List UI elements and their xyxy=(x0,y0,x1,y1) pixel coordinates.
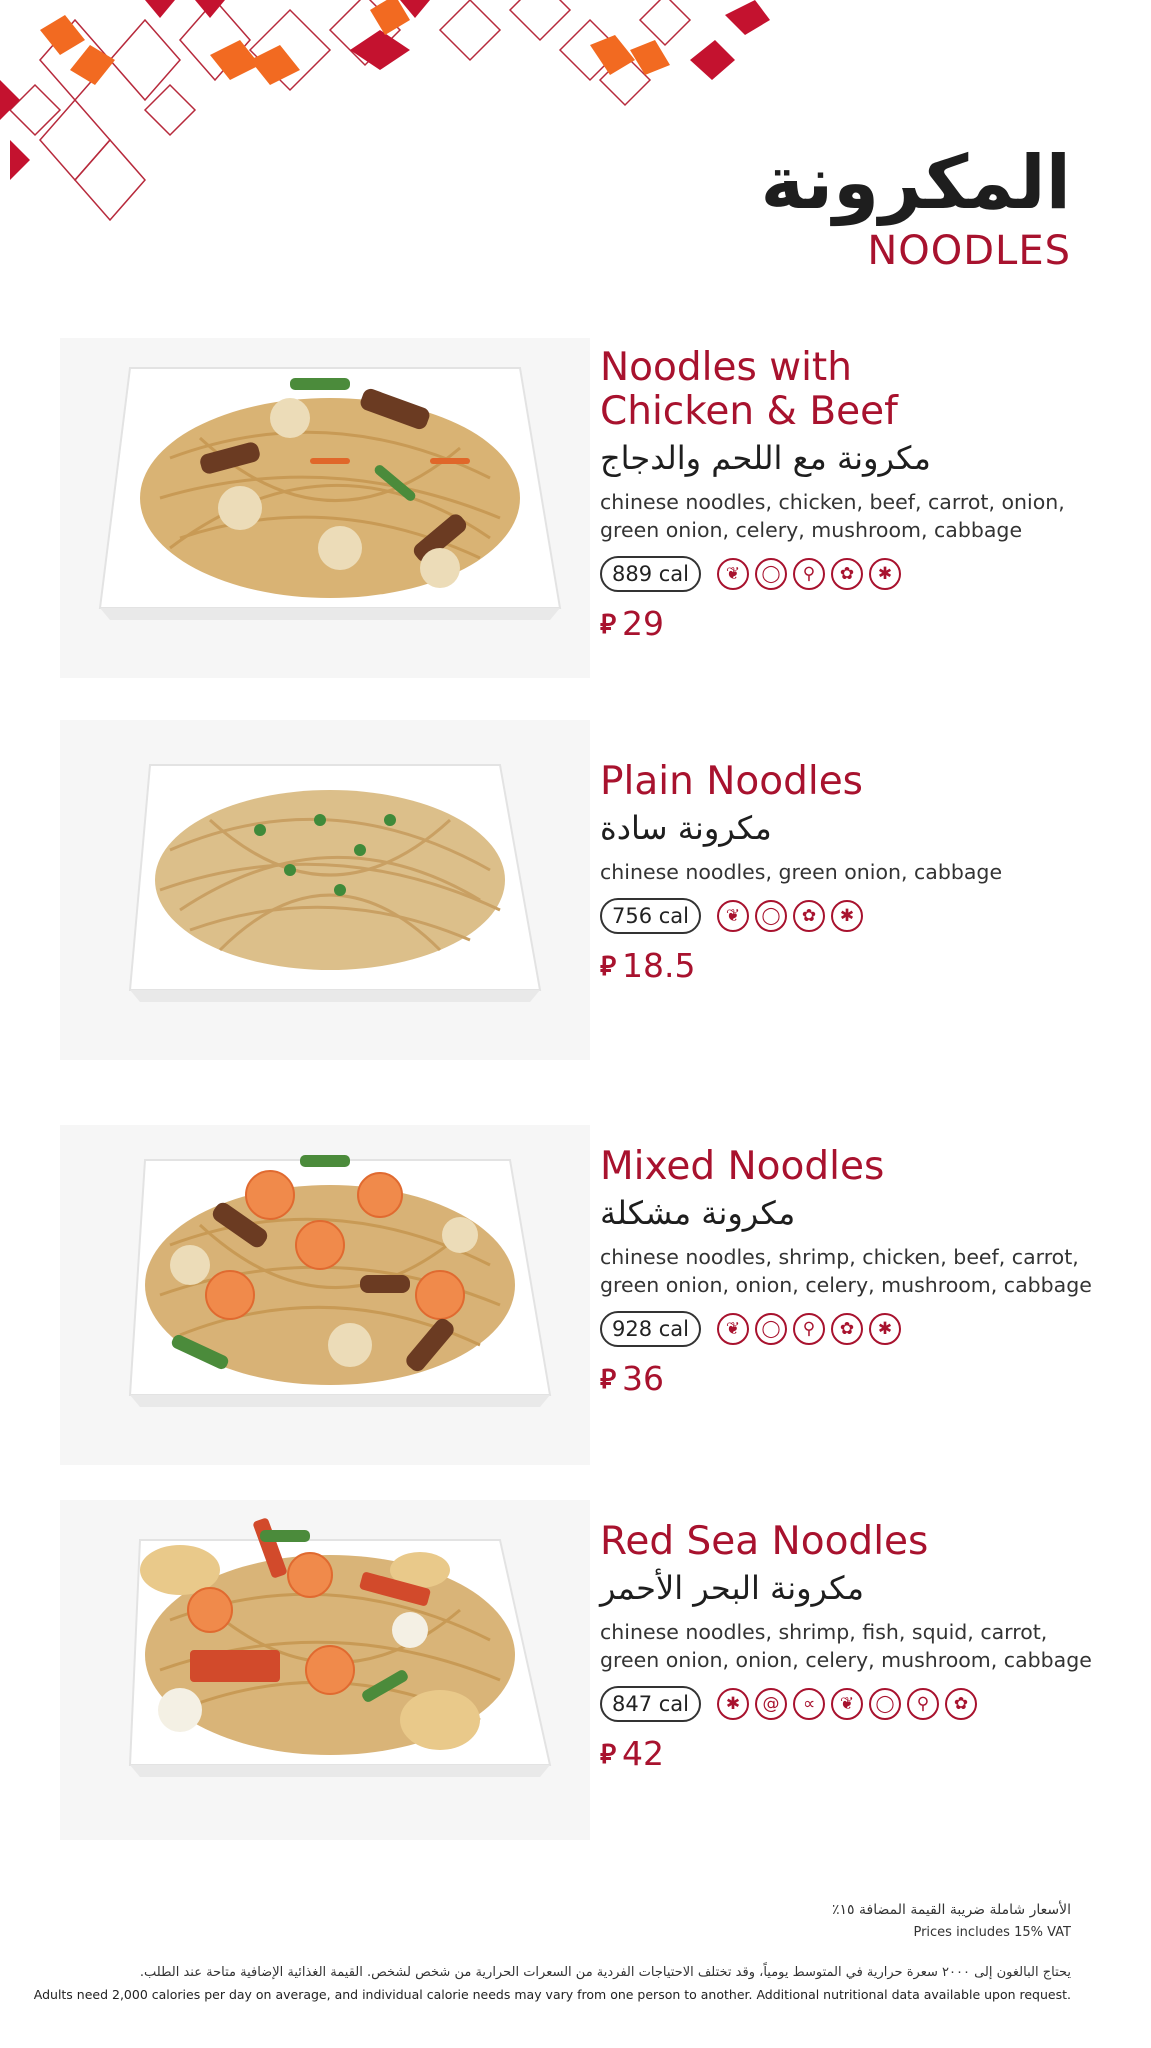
menu-item-info: Plain Noodles مكرونة سادة chinese noodle… xyxy=(600,760,1100,985)
celery-icon: ❦ xyxy=(717,558,750,590)
dish-photo xyxy=(60,338,590,678)
mushroom-icon: ✿ xyxy=(945,1688,978,1720)
menu-item-info: Red Sea Noodles مكرونة البحر الأحمر chin… xyxy=(600,1520,1100,1773)
price-value: 18.5 xyxy=(622,946,696,985)
dish-name: Plain Noodles xyxy=(600,760,1100,804)
egg-icon: ◯ xyxy=(755,1313,788,1345)
vat-note: Prices includes 15% VAT xyxy=(913,1925,1071,1940)
menu-item-info: Noodles with Chicken & Beef مكرونة مع ال… xyxy=(600,346,1100,643)
menu-item[interactable]: Red Sea Noodles مكرونة البحر الأحمر chin… xyxy=(0,1500,1151,1840)
dish-photo xyxy=(60,720,590,1060)
allergen-row: 889 cal ❦ ◯ ⚲ ✿ ✱ xyxy=(600,556,1100,592)
dish-description: chinese noodles, green onion, cabbage xyxy=(600,858,1100,886)
dish-description: chinese noodles, shrimp, fish, squid, ca… xyxy=(600,1618,1100,1674)
menu-item[interactable]: Noodles with Chicken & Beef مكرونة مع ال… xyxy=(0,338,1151,678)
description-line: green onion, celery, mushroom, cabbage xyxy=(600,518,1023,542)
egg-icon: ◯ xyxy=(869,1688,902,1720)
celery-icon: ❦ xyxy=(831,1688,864,1720)
page-title: NOODLES xyxy=(867,228,1071,274)
fish-icon: ∝ xyxy=(793,1688,826,1720)
carrot-icon: ⚲ xyxy=(907,1688,940,1720)
description-line: green onion, onion, celery, mushroom, ca… xyxy=(600,1273,1092,1297)
calorie-badge: 889 cal xyxy=(600,556,702,592)
dish-name-line: Mixed Noodles xyxy=(600,1144,885,1189)
currency-icon: ⃁ xyxy=(600,1363,617,1395)
allergen-row: 928 cal ❦ ◯ ⚲ ✿ ✱ xyxy=(600,1311,1100,1347)
page-title-arabic: المكرونة xyxy=(760,140,1072,226)
calorie-badge: 756 cal xyxy=(600,898,702,934)
dish-name-arabic: مكرونة البحر الأحمر xyxy=(600,1569,865,1607)
dish-name-arabic: مكرونة مشكلة xyxy=(600,1194,796,1232)
crab-icon: ✱ xyxy=(831,900,864,932)
egg-icon: ◯ xyxy=(755,558,788,590)
celery-icon: ❦ xyxy=(717,900,750,932)
menu-item-info: Mixed Noodles مكرونة مشكلة chinese noodl… xyxy=(600,1145,1100,1398)
dish-name-line: Red Sea Noodles xyxy=(600,1519,929,1564)
crab-icon: ✱ xyxy=(869,1313,902,1345)
description-line: chinese noodles, chicken, beef, carrot, … xyxy=(600,490,1065,514)
dish-name: Red Sea Noodles xyxy=(600,1520,1100,1564)
decorative-pattern xyxy=(0,0,770,222)
currency-icon: ⃁ xyxy=(600,950,617,982)
menu-item[interactable]: Mixed Noodles مكرونة مشكلة chinese noodl… xyxy=(0,1125,1151,1465)
price: ⃁ 29 xyxy=(600,604,1100,643)
description-line: chinese noodles, shrimp, fish, squid, ca… xyxy=(600,1620,1048,1644)
price: ⃁ 18.5 xyxy=(600,946,1100,985)
egg-icon: ◯ xyxy=(755,900,788,932)
dish-description: chinese noodles, shrimp, chicken, beef, … xyxy=(600,1243,1100,1299)
price-value: 42 xyxy=(622,1734,665,1773)
description-line: green onion, onion, celery, mushroom, ca… xyxy=(600,1648,1092,1672)
mushroom-icon: ✿ xyxy=(831,1313,864,1345)
menu-item[interactable]: Plain Noodles مكرونة سادة chinese noodle… xyxy=(0,720,1151,1060)
dish-name-line: Chicken & Beef xyxy=(600,389,898,434)
price-value: 36 xyxy=(622,1359,665,1398)
calorie-note-arabic: يحتاج البالغون إلى ٢٠٠٠ سعرة حرارية في ا… xyxy=(139,1965,1071,1980)
allergen-row: 847 cal ✱ @ ∝ ❦ ◯ ⚲ ✿ xyxy=(600,1686,1100,1722)
dish-description: chinese noodles, chicken, beef, carrot, … xyxy=(600,488,1100,544)
dish-name-arabic: مكرونة مع اللحم والدجاج xyxy=(600,439,931,477)
price: ⃁ 36 xyxy=(600,1359,1100,1398)
currency-icon: ⃁ xyxy=(600,608,617,640)
crab-icon: ✱ xyxy=(717,1688,750,1720)
dish-name-line: Noodles with xyxy=(600,345,852,390)
calorie-badge: 928 cal xyxy=(600,1311,702,1347)
dish-name-line: Plain Noodles xyxy=(600,759,864,804)
calorie-badge: 847 cal xyxy=(600,1686,702,1722)
price: ⃁ 42 xyxy=(600,1734,1100,1773)
price-value: 29 xyxy=(622,604,665,643)
carrot-icon: ⚲ xyxy=(793,558,826,590)
dish-name-arabic: مكرونة سادة xyxy=(600,809,772,847)
calorie-note: Adults need 2,000 calories per day on av… xyxy=(33,1987,1071,2002)
carrot-icon: ⚲ xyxy=(793,1313,826,1345)
celery-icon: ❦ xyxy=(717,1313,750,1345)
vat-note-arabic: الأسعار شاملة ضريبة القيمة المضافة ١٥٪ xyxy=(831,1902,1071,1918)
dish-name: Noodles with Chicken & Beef xyxy=(600,346,1100,434)
mushroom-icon: ✿ xyxy=(831,558,864,590)
currency-icon: ⃁ xyxy=(600,1738,617,1770)
description-line: chinese noodles, shrimp, chicken, beef, … xyxy=(600,1245,1079,1269)
allergen-row: 756 cal ❦ ◯ ✿ ✱ xyxy=(600,898,1100,934)
crab-icon: ✱ xyxy=(869,558,902,590)
dish-photo xyxy=(60,1500,590,1840)
mushroom-icon: ✿ xyxy=(793,900,826,932)
dish-photo xyxy=(60,1125,590,1465)
description-line: chinese noodles, green onion, cabbage xyxy=(600,860,1003,884)
snail-icon: @ xyxy=(755,1688,788,1720)
dish-name: Mixed Noodles xyxy=(600,1145,1100,1189)
